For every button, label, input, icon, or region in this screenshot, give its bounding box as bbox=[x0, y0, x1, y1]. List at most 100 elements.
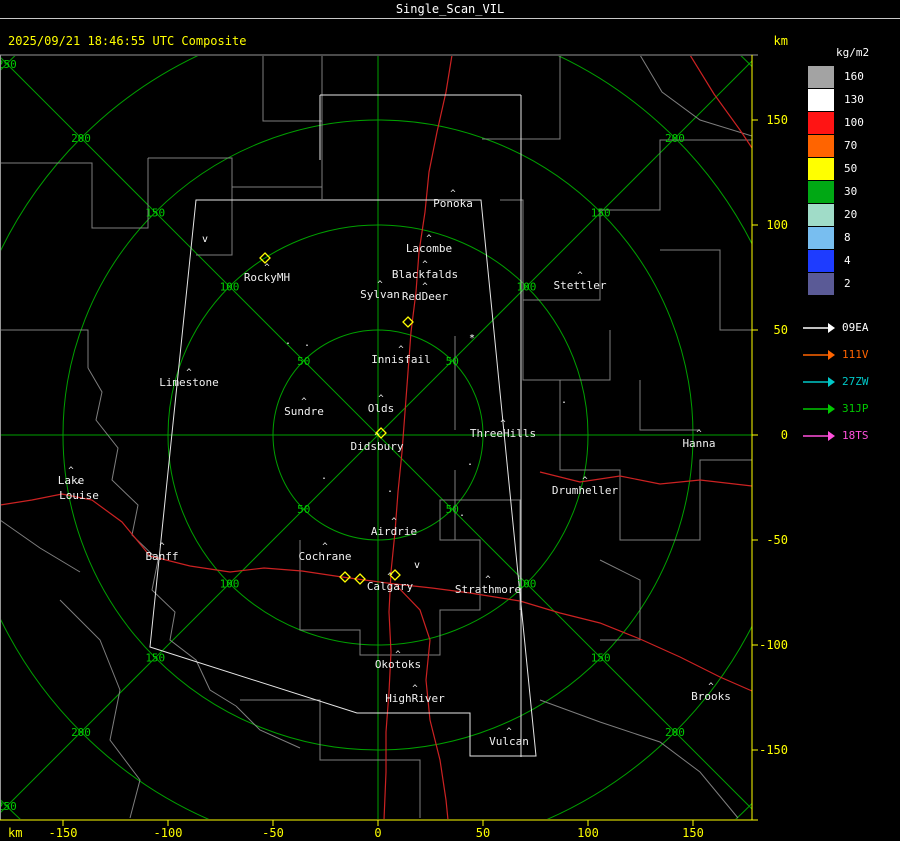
ring-label: 100 bbox=[517, 281, 537, 294]
y-axis-tick-label: -150 bbox=[759, 743, 788, 757]
point-marker: . bbox=[459, 508, 465, 519]
track-legend-item: 31JP bbox=[802, 395, 898, 422]
point-marker: . bbox=[561, 395, 567, 406]
ring-label: 200 bbox=[665, 132, 685, 145]
city-label-airdrie: Airdrie bbox=[371, 525, 417, 538]
scan-outline bbox=[149, 199, 537, 757]
map-layers: 50 100 150 200 250 50 100 150 200 50 100 150 200 250 5… bbox=[0, 56, 752, 819]
color-scale-row: 130 bbox=[802, 88, 898, 111]
x-axis-tick-label: 0 bbox=[374, 826, 381, 840]
range-ring bbox=[1, 56, 752, 819]
ring-label: 250 bbox=[0, 58, 17, 71]
color-scale-row: 8 bbox=[802, 226, 898, 249]
color-scale-row: 30 bbox=[802, 180, 898, 203]
color-scale-value: 8 bbox=[844, 231, 851, 244]
color-scale: 160 130 100 70 50 30 20 8 4 2 bbox=[802, 65, 898, 295]
boundary-line bbox=[59, 599, 141, 819]
highway-line bbox=[689, 56, 752, 149]
color-swatch bbox=[808, 157, 834, 180]
city-label-lacombe: Lacombe bbox=[406, 242, 452, 255]
color-swatch bbox=[808, 111, 834, 134]
radar-map[interactable]: 5010015020025050100150200501001502002505… bbox=[0, 0, 900, 841]
point-marker: . bbox=[467, 457, 473, 468]
track-id-label: 111V bbox=[842, 348, 869, 361]
ring-label: 150 bbox=[591, 206, 611, 219]
color-scale-value: 4 bbox=[844, 254, 851, 267]
color-scale-row: 100 bbox=[802, 111, 898, 134]
city-label-brooks: Brooks bbox=[691, 690, 731, 703]
color-scale-row: 50 bbox=[802, 157, 898, 180]
ring-label: 50 bbox=[297, 503, 310, 516]
city-label-highriver: HighRiver bbox=[385, 692, 445, 705]
ring-label: 50 bbox=[297, 355, 310, 368]
ring-label: 50 bbox=[446, 355, 459, 368]
city-label-strathmore: Strathmore bbox=[455, 583, 521, 596]
y-axis-tick-label: -50 bbox=[766, 533, 788, 547]
city-label-limestone: Limestone bbox=[159, 376, 219, 389]
x-axis-tick-label: -100 bbox=[154, 826, 183, 840]
boundary-line bbox=[240, 699, 421, 818]
color-scale-value: 30 bbox=[844, 185, 858, 198]
highway-line bbox=[383, 56, 453, 819]
boundary-line bbox=[660, 249, 752, 331]
ring-label: 50 bbox=[446, 503, 459, 516]
track-id-label: 27ZW bbox=[842, 375, 869, 388]
city-label-cochrane: Cochrane bbox=[299, 550, 352, 563]
color-scale-value: 20 bbox=[844, 208, 858, 221]
point-marker: v bbox=[414, 560, 420, 571]
track-id-label: 09EA bbox=[842, 321, 869, 334]
track-arrow-icon bbox=[803, 322, 835, 333]
y-axis-tick-label: 100 bbox=[766, 218, 788, 232]
track-legend-item: 27ZW bbox=[802, 368, 898, 395]
color-scale-row: 160 bbox=[802, 65, 898, 88]
color-swatch bbox=[808, 88, 834, 111]
color-scale-value: 70 bbox=[844, 139, 858, 152]
city-label-innisfail: Innisfail bbox=[371, 353, 431, 366]
track-arrow-icon bbox=[803, 376, 835, 387]
color-swatch bbox=[808, 203, 834, 226]
city-label-reddeer: RedDeer bbox=[402, 290, 449, 303]
ring-label: 250 bbox=[0, 800, 17, 813]
ring-label: 200 bbox=[665, 726, 685, 739]
color-scale-row: 20 bbox=[802, 203, 898, 226]
track-arrow-icon bbox=[803, 349, 835, 360]
city-label-sylvan: Sylvan bbox=[360, 288, 400, 301]
track-id-label: 31JP bbox=[842, 402, 869, 415]
city-label-banff: Banff bbox=[145, 550, 178, 563]
y-axis-tick-label: 150 bbox=[766, 113, 788, 127]
boundary-line bbox=[639, 380, 700, 431]
color-swatch bbox=[808, 272, 834, 295]
city-label-okotoks: Okotoks bbox=[375, 658, 421, 671]
color-swatch bbox=[808, 226, 834, 249]
point-marker: v bbox=[202, 234, 208, 245]
radial-line bbox=[1, 434, 379, 813]
city-label-sundre: Sundre bbox=[284, 405, 324, 418]
y-axis-tick-label: 50 bbox=[774, 323, 788, 337]
track-legend-item: 111V bbox=[802, 341, 898, 368]
track-legend-item: 09EA bbox=[802, 314, 898, 341]
city-label-vulcan: Vulcan bbox=[489, 735, 529, 748]
ring-label: 150 bbox=[591, 652, 611, 665]
point-marker: . bbox=[304, 338, 310, 349]
point-marker: . bbox=[321, 471, 327, 482]
city-label-ponoka: Ponoka bbox=[433, 197, 473, 210]
color-swatch bbox=[808, 134, 834, 157]
color-scale-value: 50 bbox=[844, 162, 858, 175]
city-label-drumheller: Drumheller bbox=[552, 484, 619, 497]
city-label-stettler: Stettler bbox=[554, 279, 607, 292]
color-swatch bbox=[808, 180, 834, 203]
y-axis-tick-label: 0 bbox=[781, 428, 788, 442]
y-axis-tick-label: -100 bbox=[759, 638, 788, 652]
x-axis-tick-label: 100 bbox=[577, 826, 599, 840]
city-label-didsbury: Didsbury bbox=[351, 440, 404, 453]
color-swatch bbox=[808, 249, 834, 272]
point-marker: . bbox=[387, 484, 393, 495]
boundary-line bbox=[559, 380, 752, 541]
boundary-line bbox=[235, 705, 301, 749]
x-axis-tick-label: 50 bbox=[476, 826, 490, 840]
boundary-line bbox=[599, 559, 641, 641]
boundary-line bbox=[1, 158, 149, 229]
point-marker: . bbox=[285, 336, 291, 347]
boundary-line bbox=[1, 520, 81, 573]
x-axis-tick-label: -50 bbox=[262, 826, 284, 840]
